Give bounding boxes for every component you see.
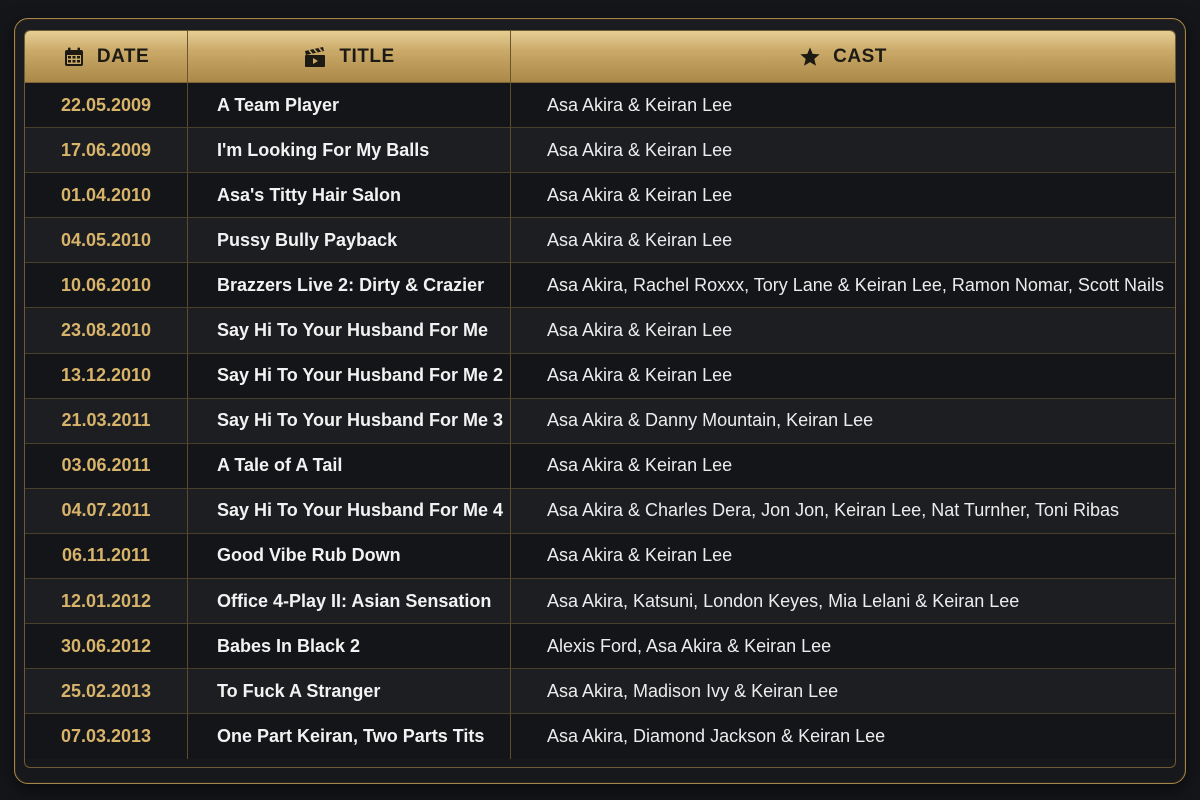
cast-cell: Asa Akira & Keiran Lee [547, 94, 733, 115]
date-cell: 25.02.2013 [25, 669, 188, 714]
date-cell: 21.03.2011 [25, 398, 188, 443]
cast-cell: Asa Akira & Charles Dera, Jon Jon, Keira… [547, 500, 1119, 521]
table-row[interactable]: 01.04.2010 Asa's Titty Hair Salon Asa Ak… [25, 173, 1175, 219]
cast-cell: Asa Akira, Katsuni, London Keyes, Mia Le… [547, 590, 1020, 611]
title-cell: Pussy Bully Payback [188, 218, 511, 263]
filmography-table: DATE TITLE CAST 22.05.2009 A Team Player… [24, 30, 1176, 768]
title-cell: Say Hi To Your Husband For Me 2 [188, 353, 511, 398]
title-cell: I'm Looking For My Balls [188, 128, 511, 173]
date-cell: 04.05.2010 [25, 218, 188, 263]
cast-cell: Alexis Ford, Asa Akira & Keiran Lee [547, 635, 832, 656]
clapperboard-icon [303, 46, 327, 68]
title-cell: To Fuck A Stranger [188, 669, 511, 714]
table-row[interactable]: 04.07.2011 Say Hi To Your Husband For Me… [25, 488, 1175, 534]
column-header-cast-label: CAST [833, 45, 887, 67]
cast-cell: Asa Akira & Keiran Lee [547, 545, 733, 566]
title-cell: Office 4-Play II: Asian Sensation [188, 579, 511, 624]
table-row[interactable]: 04.05.2010 Pussy Bully Payback Asa Akira… [25, 218, 1175, 264]
table-row[interactable]: 03.06.2011 A Tale of A Tail Asa Akira & … [25, 443, 1175, 489]
table-row[interactable]: 30.06.2012 Babes In Black 2 Alexis Ford,… [25, 624, 1175, 670]
title-cell: Say Hi To Your Husband For Me [188, 308, 511, 353]
table-header: DATE TITLE CAST [25, 31, 1175, 83]
column-header-cast[interactable]: CAST [511, 31, 1175, 82]
column-header-title-label: TITLE [339, 45, 395, 67]
table-row[interactable]: 07.03.2013 One Part Keiran, Two Parts Ti… [25, 714, 1175, 760]
date-cell: 10.06.2010 [25, 263, 188, 308]
table-row[interactable]: 25.02.2013 To Fuck A Stranger Asa Akira,… [25, 669, 1175, 715]
title-cell: A Tale of A Tail [188, 443, 511, 488]
title-cell: Say Hi To Your Husband For Me 3 [188, 398, 511, 443]
date-cell: 03.06.2011 [25, 443, 188, 488]
cast-cell: Asa Akira, Diamond Jackson & Keiran Lee [547, 726, 886, 747]
table-row[interactable]: 12.01.2012 Office 4-Play II: Asian Sensa… [25, 579, 1175, 625]
title-cell: A Team Player [188, 83, 511, 128]
table-row[interactable]: 13.12.2010 Say Hi To Your Husband For Me… [25, 353, 1175, 399]
cast-cell: Asa Akira & Keiran Lee [547, 229, 733, 250]
table-row[interactable]: 22.05.2009 A Team Player Asa Akira & Kei… [25, 83, 1175, 129]
cast-cell: Asa Akira & Keiran Lee [547, 184, 733, 205]
table-row[interactable]: 10.06.2010 Brazzers Live 2: Dirty & Craz… [25, 263, 1175, 309]
cast-cell: Asa Akira & Keiran Lee [547, 455, 733, 476]
cast-cell: Asa Akira, Rachel Roxxx, Tory Lane & Kei… [547, 274, 1164, 295]
cast-cell: Asa Akira & Keiran Lee [547, 365, 733, 386]
table-row[interactable]: 23.08.2010 Say Hi To Your Husband For Me… [25, 308, 1175, 354]
table-row[interactable]: 17.06.2009 I'm Looking For My Balls Asa … [25, 128, 1175, 174]
date-cell: 23.08.2010 [25, 308, 188, 353]
date-cell: 04.07.2011 [25, 488, 188, 533]
calendar-icon [63, 46, 85, 68]
column-header-date-label: DATE [96, 45, 150, 67]
title-cell: Asa's Titty Hair Salon [188, 173, 511, 218]
cast-cell: Asa Akira & Danny Mountain, Keiran Lee [547, 410, 874, 431]
date-cell: 22.05.2009 [25, 83, 188, 128]
table-body: 22.05.2009 A Team Player Asa Akira & Kei… [25, 83, 1175, 760]
date-cell: 07.03.2013 [25, 714, 188, 760]
title-cell: Brazzers Live 2: Dirty & Crazier [188, 263, 511, 308]
title-cell: Babes In Black 2 [188, 624, 511, 669]
title-cell: Say Hi To Your Husband For Me 4 [188, 488, 511, 533]
date-cell: 13.12.2010 [25, 353, 188, 398]
star-icon [799, 46, 821, 68]
title-cell: Good Vibe Rub Down [188, 533, 511, 579]
date-cell: 17.06.2009 [25, 128, 188, 173]
table-row[interactable]: 06.11.2011 Good Vibe Rub Down Asa Akira … [25, 533, 1175, 580]
table-row[interactable]: 21.03.2011 Say Hi To Your Husband For Me… [25, 398, 1175, 444]
column-header-title[interactable]: TITLE [188, 31, 511, 82]
title-cell: One Part Keiran, Two Parts Tits [188, 714, 511, 760]
column-header-date[interactable]: DATE [25, 31, 188, 82]
date-cell: 30.06.2012 [25, 624, 188, 669]
cast-cell: Asa Akira & Keiran Lee [547, 320, 733, 341]
date-cell: 01.04.2010 [25, 173, 188, 218]
cast-cell: Asa Akira, Madison Ivy & Keiran Lee [547, 680, 839, 701]
date-cell: 12.01.2012 [25, 579, 188, 624]
cast-cell: Asa Akira & Keiran Lee [547, 139, 733, 160]
date-cell: 06.11.2011 [25, 533, 188, 579]
